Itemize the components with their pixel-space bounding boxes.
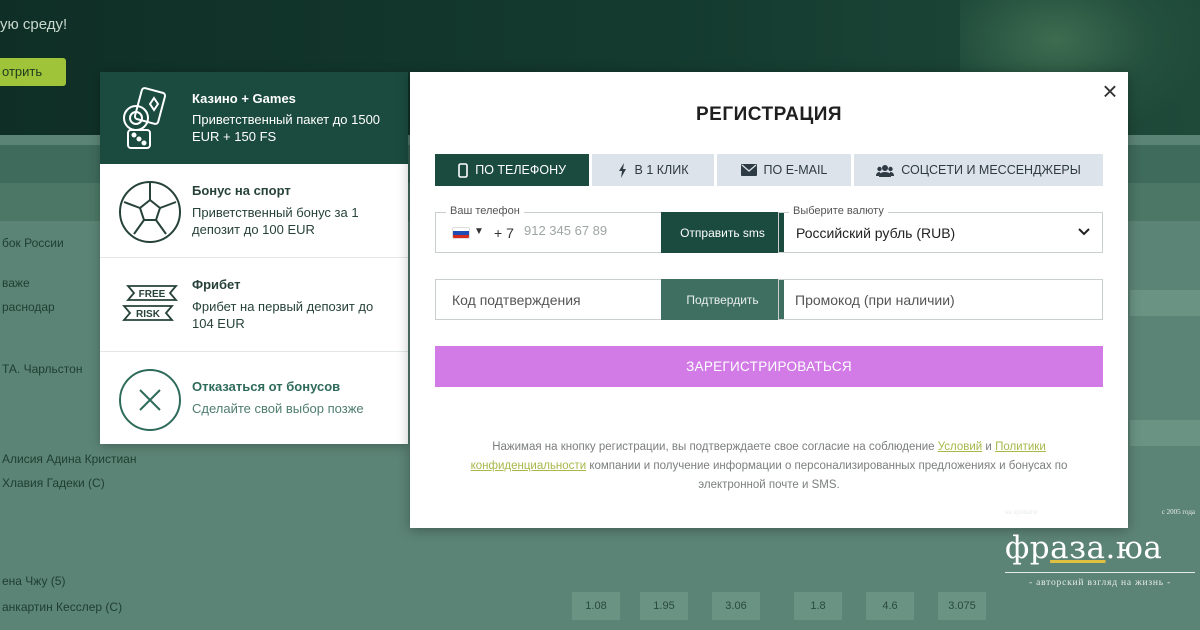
- tab-label: В 1 КЛИК: [634, 163, 689, 177]
- odds-cell: 3.06: [712, 592, 760, 620]
- tab-label: ПО E-MAIL: [763, 163, 828, 177]
- bonus-option-freebet[interactable]: FREE RISK Фрибет Фрибет на первый депози…: [100, 258, 408, 352]
- confirm-button[interactable]: Подтвердить: [661, 279, 784, 320]
- svg-text:FREE: FREE: [139, 289, 166, 300]
- phone-field: Ваш телефон ▼ + 7 Отправить sms: [435, 205, 784, 253]
- bonus-selector: Казино + Games Приветственный пакет до 1…: [100, 72, 408, 444]
- phone-country-code: + 7: [494, 225, 514, 241]
- close-icon[interactable]: ×: [1098, 78, 1122, 104]
- bonus-option-sport[interactable]: Бонус на спорт Приветственный бонус за 1…: [100, 164, 408, 258]
- watermark-wordmark: фраза.юа: [1005, 530, 1163, 566]
- bonus-description: Сделайте свой выбор позже: [192, 401, 364, 416]
- tab-label: ПО ТЕЛЕФОНУ: [475, 163, 567, 177]
- list-item: анкартин Кесслер (С): [2, 600, 123, 614]
- promo-text: ую среду!: [0, 16, 68, 33]
- registration-modal: × РЕГИСТРАЦИЯ ПО ТЕЛЕФОНУ В 1 КЛИК ПО E-…: [410, 72, 1128, 528]
- currency-value: Российский рубль (RUB): [796, 225, 956, 241]
- odds-cell: [1130, 290, 1200, 316]
- odds-cell: 1.08: [572, 592, 620, 620]
- watermark-logo: на кровати с 2005 года фраза.юа - авторс…: [1005, 500, 1195, 610]
- currency-select[interactable]: Выберите валюту Российский рубль (RUB): [778, 205, 1103, 253]
- promo-code-input[interactable]: [795, 292, 1085, 308]
- odds-cell: 3.075: [938, 592, 986, 620]
- russia-flag-icon[interactable]: [452, 227, 470, 239]
- phone-icon: [458, 162, 469, 178]
- modal-title: РЕГИСТРАЦИЯ: [695, 104, 843, 125]
- users-icon: [876, 164, 895, 177]
- bonus-title: Бонус на спорт: [192, 183, 291, 198]
- watermark-tagline: - авторский взгляд на жизнь -: [1028, 578, 1172, 588]
- odds-cell: [1130, 420, 1200, 446]
- lightning-icon: [618, 162, 626, 178]
- odds-cell: 1.8: [794, 592, 842, 620]
- casino-chip-icon: [123, 87, 167, 149]
- promo-field: [778, 279, 1103, 320]
- tab-social[interactable]: СОЦСЕТИ И МЕССЕНДЖЕРЫ: [854, 154, 1103, 186]
- svg-text:RISK: RISK: [136, 309, 161, 320]
- decline-x-icon: [119, 369, 181, 431]
- watermark-divider: [1005, 572, 1195, 573]
- chevron-down-icon[interactable]: [1077, 224, 1091, 238]
- legal-notice: Нажимая на кнопку регистрации, вы подтве…: [470, 441, 1068, 491]
- bonus-title: Отказаться от бонусов: [192, 379, 341, 394]
- tab-label: СОЦСЕТИ И МЕССЕНДЖЕРЫ: [901, 163, 1081, 177]
- bonus-description: Фрибет на первый депозит до 104 EUR: [192, 299, 374, 331]
- bonus-title: Фрибет: [192, 277, 241, 292]
- tab-one-click[interactable]: В 1 КЛИК: [592, 154, 714, 186]
- bonus-description: Приветственный бонус за 1 депозит до 100…: [192, 205, 359, 237]
- soccer-ball-icon: [119, 181, 181, 243]
- confirmation-field: Подтвердить: [435, 279, 784, 320]
- send-sms-button[interactable]: Отправить sms: [661, 212, 784, 253]
- chevron-down-icon[interactable]: ▼: [474, 226, 484, 237]
- phone-label: Ваш телефон: [446, 205, 524, 217]
- terms-link[interactable]: Условий: [938, 441, 982, 453]
- tab-email[interactable]: ПО E-MAIL: [716, 154, 852, 186]
- odds-cell: 1.95: [640, 592, 688, 620]
- bonus-description: Приветственный пакет до 1500 EUR + 150 F…: [192, 112, 381, 144]
- confirmation-code-input[interactable]: [452, 292, 642, 308]
- phone-input[interactable]: [524, 223, 634, 238]
- list-item: ена Чжу (5): [2, 574, 66, 588]
- bonus-option-casino[interactable]: Казино + Games Приветственный пакет до 1…: [100, 72, 408, 164]
- envelope-icon: [740, 164, 757, 176]
- watermark-header: на кровати с 2005 года: [1005, 508, 1195, 516]
- currency-label: Выберите валюту: [789, 205, 888, 217]
- bonus-option-decline[interactable]: Отказаться от бонусов Сделайте свой выбо…: [100, 352, 408, 444]
- odds-cell: 4.6: [866, 592, 914, 620]
- register-button[interactable]: ЗАРЕГИСТРИРОВАТЬСЯ: [435, 346, 1103, 387]
- tab-phone[interactable]: ПО ТЕЛЕФОНУ: [435, 154, 590, 186]
- free-risk-icon: FREE RISK: [122, 280, 190, 348]
- registration-tabs: ПО ТЕЛЕФОНУ В 1 КЛИК ПО E-MAIL СОЦСЕТИ И…: [435, 154, 1103, 186]
- bonus-title: Казино + Games: [192, 91, 296, 106]
- promo-button: отрить: [0, 58, 66, 86]
